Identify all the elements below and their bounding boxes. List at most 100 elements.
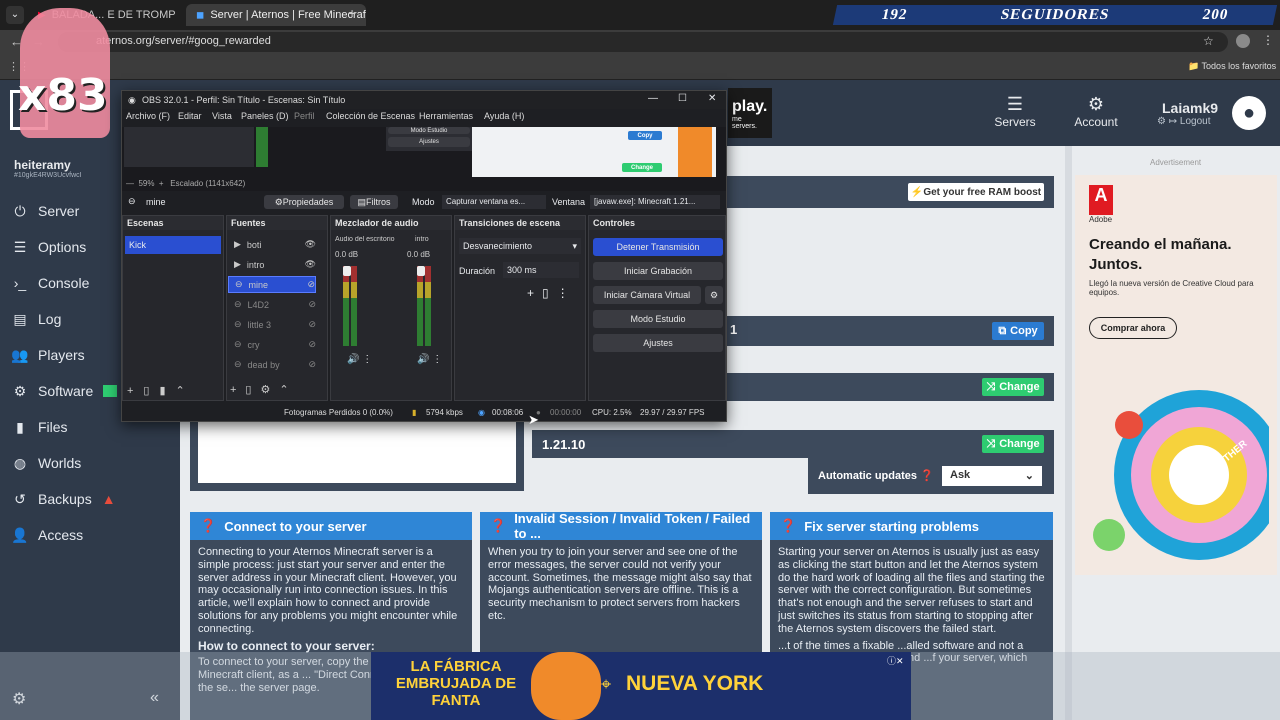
- menu-help[interactable]: Ayuda (H): [484, 111, 524, 121]
- filters-button[interactable]: ▤ Filtros: [350, 195, 398, 209]
- fanta-banner[interactable]: LA FÁBRICA EMBRUJADA DE FANTA ⌖ NUEVA YO…: [371, 652, 911, 720]
- scene-item-kick[interactable]: Kick: [125, 236, 221, 254]
- source-item[interactable]: ▶ intro 👁: [228, 256, 316, 273]
- account-label: Account: [1074, 115, 1118, 129]
- menu-profile[interactable]: Perfil: [294, 111, 315, 121]
- visibility-eye-icon[interactable]: 👁: [305, 259, 316, 270]
- bookmark-star-icon[interactable]: ☆: [1203, 34, 1214, 48]
- nav-log[interactable]: ▤ Log: [12, 307, 61, 331]
- source-item-selected[interactable]: ⊖ mine ⊘: [228, 276, 316, 293]
- profile-avatar[interactable]: [1236, 34, 1250, 48]
- server-id: #10gkE4RW3UcvfwcI: [14, 172, 82, 179]
- user-avatar-icon[interactable]: ●: [1232, 96, 1266, 130]
- hidden-eye-icon[interactable]: ⊘: [308, 339, 316, 350]
- studio-mode-button[interactable]: Modo Estudio: [593, 310, 723, 328]
- ram-boost-button[interactable]: ⚡ Get your free RAM boost: [908, 183, 1044, 201]
- menu-docks[interactable]: Paneles (D): [241, 111, 289, 121]
- tab-aternos[interactable]: ◼ Server | Aternos | Free Minecraft... ✕: [186, 4, 366, 26]
- banner-right-text: NUEVA YORK: [626, 672, 764, 695]
- nav-access[interactable]: 👤 Access: [11, 523, 83, 547]
- hidden-eye-icon[interactable]: ⊘: [308, 299, 316, 310]
- nav-software[interactable]: ⚙ Software: [12, 379, 118, 403]
- preview-mini-controls: Modo Estudio Ajustes: [386, 127, 472, 151]
- visibility-eye-icon[interactable]: 👁: [305, 239, 316, 250]
- menu-kebab-icon[interactable]: ⋮: [1262, 33, 1274, 47]
- source-item[interactable]: ▶ boti 👁: [228, 236, 316, 253]
- new-tab-icon[interactable]: +: [348, 5, 356, 21]
- header-promo[interactable]: play. me servers.: [728, 88, 772, 138]
- transition-select[interactable]: Desvanecimiento ▾: [459, 238, 581, 254]
- source-item[interactable]: ⊖ dead by ⊘: [228, 356, 316, 373]
- nav-server[interactable]: ⏻ Server: [12, 199, 79, 223]
- hidden-eye-icon[interactable]: ⊘: [308, 359, 316, 370]
- settings-button[interactable]: Ajustes: [593, 334, 723, 352]
- nav-files[interactable]: ▮ Files: [12, 415, 67, 439]
- volume-slider[interactable]: [417, 266, 425, 276]
- source-item[interactable]: ⊖ L4D2 ⊘: [228, 296, 316, 313]
- properties-button[interactable]: ⚙ Propiedades: [264, 195, 344, 209]
- source-item[interactable]: ⊖ little 3 ⊘: [228, 316, 316, 333]
- bitrate-icon: ▮: [412, 408, 417, 417]
- scrollbar[interactable]: [1065, 146, 1072, 720]
- preview-card: [190, 421, 524, 491]
- obs-preview[interactable]: Modo Estudio Ajustes Copy Change — 59% +…: [122, 127, 726, 191]
- speaker-icon[interactable]: 🔊 ⋮: [417, 354, 442, 365]
- maximize-icon[interactable]: ☐: [678, 93, 687, 104]
- promo-subtext: me servers.: [732, 116, 757, 130]
- volume-slider[interactable]: [343, 266, 351, 276]
- servers-nav[interactable]: ☰ Servers: [990, 94, 1040, 129]
- start-virtual-cam-button[interactable]: Iniciar Cámara Virtual: [593, 286, 701, 304]
- start-recording-label: Iniciar Grabación: [623, 266, 693, 276]
- nav-backups[interactable]: ↺ Backups ▲: [12, 487, 115, 511]
- copy-button[interactable]: ⧉ Copy: [992, 322, 1044, 340]
- minimize-icon[interactable]: —: [648, 93, 658, 104]
- copy-icon: ⧉: [998, 324, 1007, 337]
- source-item[interactable]: ⊖ cry ⊘: [228, 336, 316, 353]
- card-title[interactable]: Invalid Session / Invalid Token / Failed…: [514, 511, 762, 541]
- record-time: 00:00:00: [550, 408, 582, 417]
- change-version-button[interactable]: ⤨ Change: [982, 435, 1044, 453]
- aternos-favicon-icon: ◼: [196, 9, 205, 21]
- change-software-button[interactable]: ⤨ Change: [982, 378, 1044, 396]
- auto-updates-select[interactable]: Ask ⌄: [942, 466, 1042, 486]
- start-recording-button[interactable]: Iniciar Grabación: [593, 262, 723, 280]
- nav-worlds[interactable]: ◍ Worlds: [12, 451, 81, 475]
- stop-streaming-button[interactable]: Detener Transmisión: [593, 238, 723, 256]
- zoom-controls[interactable]: — 59% + Escalado (1141x642): [126, 179, 245, 188]
- menu-scene-collection[interactable]: Colección de Escenas: [326, 111, 415, 121]
- adobe-ad[interactable]: A Adobe Creando el mañana. Juntos. Llegó…: [1075, 175, 1277, 575]
- speaker-icon[interactable]: 🔊 ⋮: [347, 354, 372, 365]
- account-nav[interactable]: ⚙ Account: [1068, 94, 1124, 129]
- menu-edit[interactable]: Editar: [178, 111, 202, 121]
- logout-link[interactable]: ⚙ ↦ Logout: [1157, 116, 1211, 127]
- card-title[interactable]: Connect to your server: [224, 519, 366, 534]
- ad-close-icon[interactable]: ⓘ✕: [887, 654, 904, 667]
- start-virtual-cam-label: Iniciar Cámara Virtual: [603, 290, 691, 300]
- virtual-cam-settings-icon[interactable]: ⚙: [705, 286, 723, 304]
- sources-toolbar[interactable]: +▯⚙⌃: [230, 383, 298, 396]
- tab-search-icon[interactable]: ⌄: [6, 6, 24, 24]
- scenes-toolbar[interactable]: +▯▮⌃: [127, 384, 195, 397]
- auto-updates-label: Automatic updates ❓: [818, 469, 934, 482]
- transition-toolbar[interactable]: +▯⋮: [527, 286, 577, 300]
- all-bookmarks[interactable]: 📁 Todos los favoritos: [1188, 61, 1276, 72]
- window-select[interactable]: [javaw.exe]: Minecraft 1.21...: [590, 195, 720, 209]
- url-field[interactable]: aternos.org/server/#goog_rewarded: [58, 32, 1228, 52]
- source-label: cry: [247, 339, 260, 350]
- nav-console[interactable]: ›_ Console: [12, 271, 90, 295]
- mode-select[interactable]: Capturar ventana es...: [442, 195, 546, 209]
- menu-file[interactable]: Archivo (F): [126, 111, 170, 121]
- hidden-eye-icon[interactable]: ⊘: [307, 279, 315, 290]
- ad-cta-button[interactable]: Comprar ahora: [1089, 317, 1177, 339]
- card-title[interactable]: Fix server starting problems: [804, 519, 979, 534]
- window-capture-icon: ⊖: [235, 279, 243, 289]
- close-window-icon[interactable]: ✕: [708, 93, 716, 104]
- nav-options[interactable]: ☰ Options: [12, 235, 87, 259]
- menu-view[interactable]: Vista: [212, 111, 232, 121]
- nav-players[interactable]: 👥 Players: [11, 343, 84, 367]
- menu-tools[interactable]: Herramientas: [419, 111, 473, 121]
- obs-title: OBS 32.0.1 - Perfil: Sin Título - Escena…: [142, 95, 346, 105]
- hidden-eye-icon[interactable]: ⊘: [308, 319, 316, 330]
- duration-input[interactable]: 300 ms: [503, 262, 579, 278]
- preview-change: Change: [622, 163, 662, 172]
